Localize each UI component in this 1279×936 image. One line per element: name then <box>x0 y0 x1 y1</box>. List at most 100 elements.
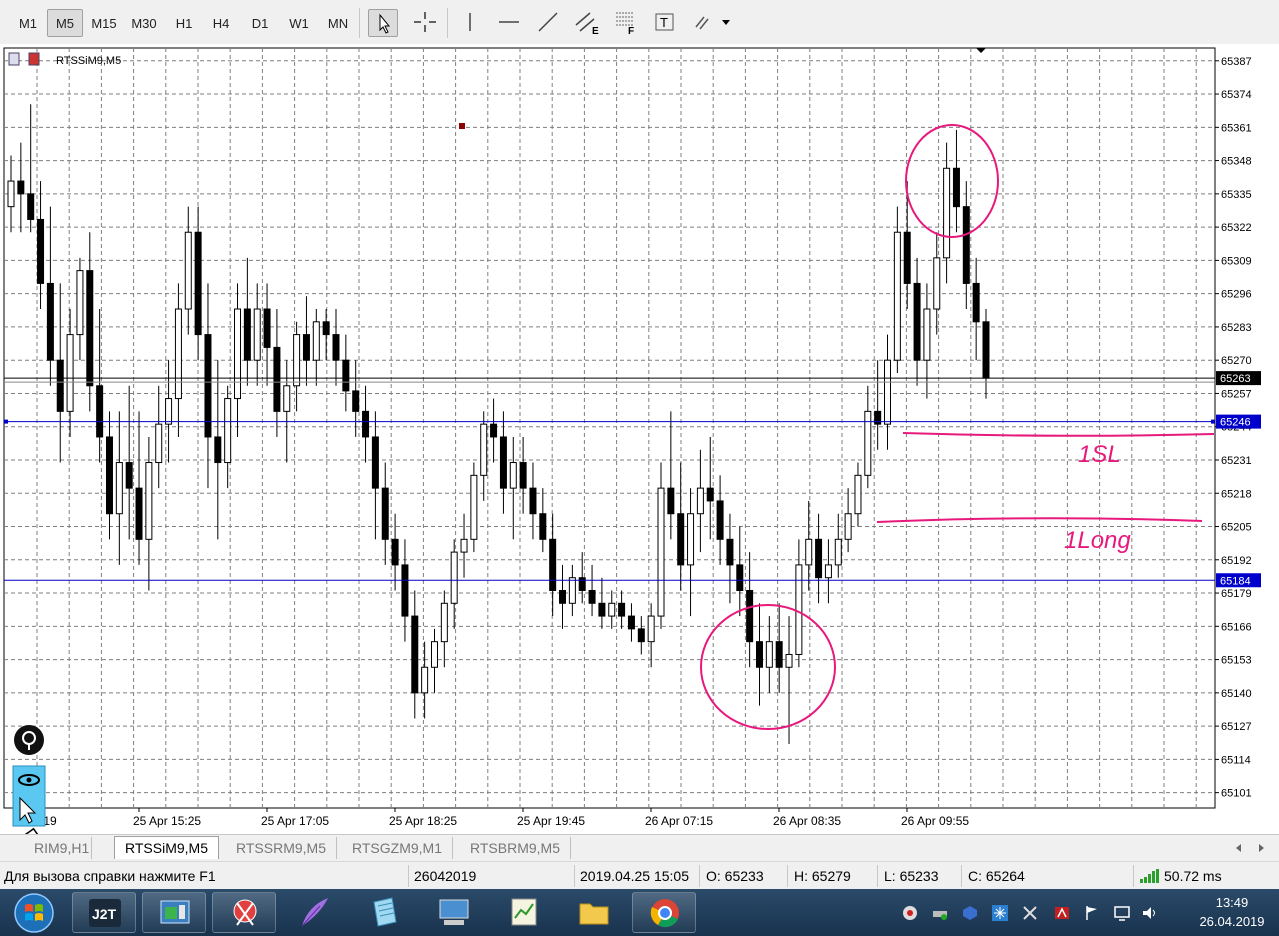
timeframe-mn-button[interactable]: MN <box>320 9 356 37</box>
candle-body[interactable] <box>844 513 852 540</box>
candle-body[interactable] <box>115 462 123 515</box>
candle-body[interactable] <box>716 500 724 540</box>
taskbar-network-app[interactable] <box>422 892 486 933</box>
candle-body[interactable] <box>509 462 517 489</box>
timeframe-m30-button[interactable]: M30 <box>126 9 162 37</box>
candle-body[interactable] <box>884 359 892 425</box>
text-tool-button[interactable]: T <box>650 9 680 37</box>
candle-body[interactable] <box>480 423 488 476</box>
candle-body[interactable] <box>687 513 695 566</box>
candle-body[interactable] <box>706 487 714 502</box>
clock-date[interactable]: 26.04.2019 <box>1197 914 1267 929</box>
candle-body[interactable] <box>952 167 960 208</box>
candle-body[interactable] <box>943 167 951 259</box>
taskbar-feather-app[interactable] <box>282 892 346 933</box>
timeframe-w1-button[interactable]: W1 <box>281 9 317 37</box>
taskbar-explorer-app[interactable] <box>562 892 626 933</box>
candle-body[interactable] <box>972 282 980 323</box>
candle-body[interactable] <box>234 308 242 400</box>
candle-body[interactable] <box>430 641 438 668</box>
tab-scroll-arrows[interactable] <box>1230 841 1270 855</box>
tray-alert-icon[interactable] <box>902 905 918 921</box>
candle-body[interactable] <box>381 487 389 540</box>
candle-body[interactable] <box>105 436 113 515</box>
candle-body[interactable] <box>627 615 635 630</box>
candle-body[interactable] <box>696 487 704 515</box>
candle-body[interactable] <box>450 551 458 604</box>
clock-time[interactable]: 13:49 <box>1197 895 1267 910</box>
candle-body[interactable] <box>903 231 911 284</box>
candle-body[interactable] <box>7 180 15 208</box>
level-line-handle[interactable] <box>4 419 8 424</box>
candle-body[interactable] <box>893 231 901 361</box>
tray-antivirus-icon[interactable] <box>1054 905 1070 921</box>
trendline-tool-button[interactable] <box>533 9 563 37</box>
candle-body[interactable] <box>66 334 74 412</box>
candle-body[interactable] <box>874 410 882 425</box>
candle-body[interactable] <box>736 564 744 591</box>
candle-body[interactable] <box>637 628 645 643</box>
tab-rtsgzm9-m1[interactable]: RTSGZM9,M1 <box>342 837 453 859</box>
timeframe-m15-button[interactable]: M15 <box>86 9 122 37</box>
candle-body[interactable] <box>371 436 379 489</box>
tray-flag-icon[interactable] <box>1084 905 1100 921</box>
candle-body[interactable] <box>352 390 360 412</box>
candle-body[interactable] <box>618 602 626 617</box>
crosshair-tool-button[interactable] <box>410 9 440 37</box>
taskbar-j2t-app[interactable]: J2T <box>72 892 136 933</box>
tab-rtsbrm9-m5[interactable]: RTSBRM9,M5 <box>460 837 571 859</box>
candle-body[interactable] <box>933 257 941 310</box>
candle-body[interactable] <box>647 615 655 643</box>
candle-body[interactable] <box>224 398 232 464</box>
candle-body[interactable] <box>677 513 685 566</box>
candle-body[interactable] <box>913 282 921 361</box>
candle-body[interactable] <box>608 602 616 617</box>
candle-body[interactable] <box>194 231 202 336</box>
candle-body[interactable] <box>184 231 192 310</box>
candle-body[interactable] <box>549 538 557 591</box>
candle-body[interactable] <box>834 538 842 566</box>
candle-body[interactable] <box>37 218 45 284</box>
candle-body[interactable] <box>775 641 783 668</box>
chart-canvas[interactable]: 65387 65374 65361 65348 65335 65322 65309 65296… <box>0 44 1279 834</box>
candle-body[interactable] <box>598 602 606 617</box>
candle-body[interactable] <box>145 462 153 540</box>
candle-body[interactable] <box>76 270 84 336</box>
candle-body[interactable] <box>460 538 468 553</box>
candle-body[interactable] <box>470 474 478 540</box>
candle-body[interactable] <box>568 577 576 604</box>
candle-body[interactable] <box>322 321 330 336</box>
timeframe-h4-button[interactable]: H4 <box>203 9 239 37</box>
candle-body[interactable] <box>755 641 763 668</box>
tray-network-icon[interactable] <box>932 905 948 921</box>
tray-volume-icon[interactable] <box>1142 905 1158 921</box>
candle-body[interactable] <box>815 538 823 579</box>
cursor-tool-button[interactable] <box>368 9 398 37</box>
candle-body[interactable] <box>174 308 182 400</box>
price-chart[interactable]: 65387 65374 65361 65348 65335 65322 65309 65296… <box>0 44 1279 879</box>
level-line-handle[interactable] <box>1211 419 1215 424</box>
taskbar-snipping-app[interactable] <box>212 892 276 933</box>
vertical-line-tool-button[interactable] <box>455 9 485 37</box>
candle-body[interactable] <box>302 334 310 361</box>
candle-body[interactable] <box>588 589 596 604</box>
candle-body[interactable] <box>342 359 350 392</box>
tray-tools-icon[interactable] <box>1022 905 1038 921</box>
tray-shield-icon[interactable] <box>962 905 978 921</box>
horizontal-line-tool-button[interactable] <box>494 9 524 37</box>
candle-body[interactable] <box>86 270 94 387</box>
candle-body[interactable] <box>401 564 409 617</box>
candle-body[interactable] <box>17 180 25 195</box>
tab-rtssrm9-m5[interactable]: RTSSRM9,M5 <box>226 837 337 859</box>
candle-body[interactable] <box>27 193 35 220</box>
tray-display-icon[interactable] <box>1114 905 1130 921</box>
candle-body[interactable] <box>440 602 448 643</box>
candle-body[interactable] <box>578 577 586 591</box>
candle-body[interactable] <box>165 398 173 425</box>
candle-body[interactable] <box>46 282 54 361</box>
equidistant-channel-tool-button[interactable]: E <box>572 9 602 37</box>
candle-body[interactable] <box>253 308 261 361</box>
timeframe-m1-button[interactable]: M1 <box>10 9 46 37</box>
candle-body[interactable] <box>362 410 370 438</box>
candle-body[interactable] <box>411 615 419 694</box>
